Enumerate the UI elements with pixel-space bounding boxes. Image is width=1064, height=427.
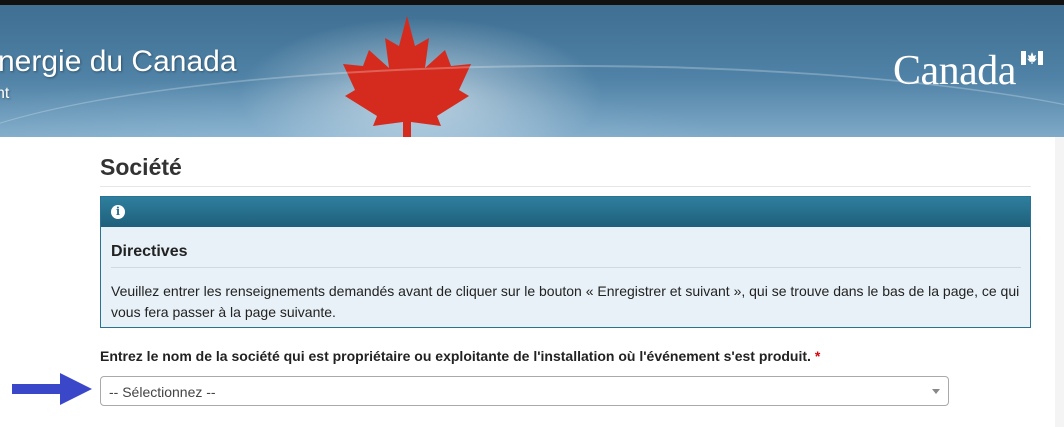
maple-leaf-icon	[343, 16, 471, 137]
company-select-value: -- Sélectionnez --	[109, 384, 216, 400]
header-banner: nergie du Canada nt Canada	[0, 5, 1064, 137]
notice-header: i	[101, 197, 1030, 227]
wordmark-flag-icon	[1021, 51, 1043, 65]
pointer-arrow-icon	[12, 373, 92, 405]
company-select[interactable]: -- Sélectionnez --	[100, 376, 949, 406]
notice-divider	[111, 267, 1021, 268]
title-divider	[100, 186, 1031, 187]
page-title: Société	[100, 154, 182, 180]
company-field-label: Entrez le nom de la société qui est prop…	[100, 348, 820, 364]
notice-title: Directives	[111, 243, 188, 260]
info-icon: i	[111, 205, 125, 219]
required-marker: *	[814, 348, 821, 364]
canada-wordmark: Canada	[893, 48, 1016, 94]
company-field-label-text: Entrez le nom de la société qui est prop…	[100, 348, 811, 364]
site-title[interactable]: nergie du Canada	[0, 45, 237, 79]
notice-body: Veuillez entrer les renseignements deman…	[111, 283, 1020, 320]
instructions-notice: i Directives Veuillez entrer les renseig…	[100, 196, 1031, 328]
chevron-down-icon	[932, 389, 940, 394]
site-subtitle: nt	[0, 85, 10, 102]
